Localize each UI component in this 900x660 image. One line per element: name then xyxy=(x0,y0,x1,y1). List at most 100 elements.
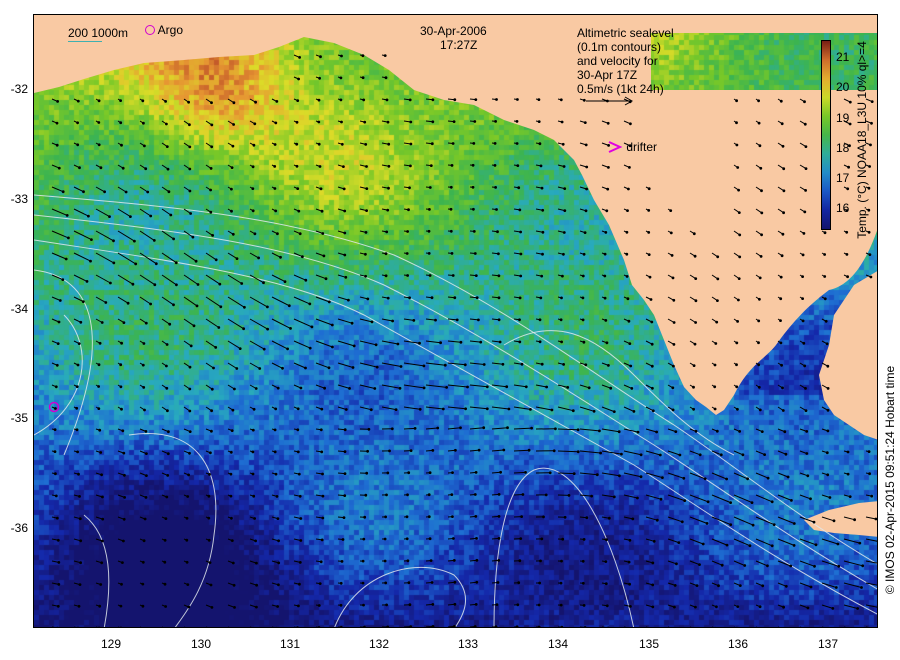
velocity-arrow-583 xyxy=(73,450,79,454)
velocity-arrow-837 xyxy=(645,582,655,587)
velocity-arrow-868 xyxy=(491,603,499,606)
velocity-arrow-789 xyxy=(425,559,433,562)
velocity-arrow-920 xyxy=(800,626,802,627)
velocity-arrow-307 xyxy=(381,274,388,278)
coastline-land xyxy=(34,15,877,415)
velocity-arrow-59 xyxy=(381,120,390,124)
velocity-arrow-481 xyxy=(205,384,214,391)
velocity-arrow-388 xyxy=(535,318,542,322)
velocity-arrow-47 xyxy=(117,120,123,125)
velocity-arrow-400 xyxy=(799,318,805,323)
velocity-arrow-438 xyxy=(51,362,59,367)
velocity-arrow-221 xyxy=(139,230,156,242)
velocity-arrow-749 xyxy=(382,537,387,541)
velocity-arrow-337 xyxy=(205,296,223,309)
velocity-arrow-800 xyxy=(667,560,678,566)
velocity-arrow-776 xyxy=(139,560,145,564)
velocity-arrow-713 xyxy=(425,515,431,519)
velocity-arrow-672 xyxy=(359,493,368,497)
velocity-arrow-584 xyxy=(95,450,103,454)
velocity-arrow-832 xyxy=(536,581,541,585)
velocity-arrow-596 xyxy=(359,449,369,453)
velocity-arrow-423 xyxy=(513,340,522,344)
velocity-arrow-343 xyxy=(337,296,350,302)
velocity-arrow-165 xyxy=(469,185,475,189)
colorbar-tick-17: 17 xyxy=(836,171,850,185)
velocity-arrow-808 xyxy=(843,560,865,568)
velocity-arrow-271 xyxy=(425,252,431,255)
velocity-arrow-784 xyxy=(315,560,323,564)
velocity-arrow-334 xyxy=(139,296,152,306)
velocity-arrow-859 xyxy=(293,604,300,608)
velocity-arrow-429 xyxy=(645,340,654,346)
velocity-arrow-877 xyxy=(689,604,697,609)
velocity-arrow-543 xyxy=(777,406,785,412)
velocity-arrow-267 xyxy=(337,252,347,257)
velocity-arrow-546 xyxy=(51,428,57,431)
velocity-arrow-896 xyxy=(272,626,278,627)
velocity-arrow-773 xyxy=(73,560,82,565)
velocity-arrow-199 xyxy=(447,207,453,211)
velocity-arrow-746 xyxy=(315,538,324,542)
velocity-arrow-648 xyxy=(667,472,686,480)
velocity-arrow-224 xyxy=(205,230,215,237)
map-overlay xyxy=(34,15,877,627)
velocity-arrow-239 xyxy=(535,230,545,234)
velocity-arrow-818 xyxy=(227,582,236,587)
velocity-arrow-817 xyxy=(205,582,213,587)
velocity-arrow-512 xyxy=(95,406,101,410)
velocity-arrow-131 xyxy=(469,163,475,167)
velocity-arrow-910 xyxy=(580,626,587,627)
velocity-arrow-665 xyxy=(205,494,211,498)
lat-label--34: -34 xyxy=(10,302,28,316)
velocity-arrow-692 xyxy=(799,494,812,501)
velocity-arrow-63 xyxy=(469,120,477,123)
velocity-arrow-513 xyxy=(117,406,123,411)
velocity-arrow-416 xyxy=(359,340,378,347)
velocity-arrow-573 xyxy=(645,428,658,434)
velocity-arrow-912 xyxy=(624,626,627,627)
velocity-arrow-655 xyxy=(821,472,830,477)
velocity-arrow-477 xyxy=(117,384,123,389)
velocity-arrow-451 xyxy=(337,362,355,369)
velocity-arrow-626 xyxy=(183,472,191,477)
velocity-arrow-463 xyxy=(601,362,610,367)
velocity-arrow-646 xyxy=(623,472,643,479)
velocity-arrow-870 xyxy=(536,603,541,607)
velocity-arrow-922 xyxy=(844,626,847,627)
velocity-arrow-14 xyxy=(139,98,145,103)
velocity-arrow-152 xyxy=(183,186,192,193)
velocity-arrow-241 xyxy=(579,230,587,235)
velocity-arrow-64 xyxy=(491,120,497,123)
velocity-arrow-7 xyxy=(337,76,343,80)
velocity-arrow-684 xyxy=(623,494,639,500)
velocity-arrow-697 xyxy=(73,516,82,521)
velocity-arrow-585 xyxy=(117,450,126,455)
velocity-arrow-771 xyxy=(865,538,877,542)
velocity-arrow-636 xyxy=(403,471,411,475)
velocity-arrow-654 xyxy=(799,472,810,478)
velocity-arrow-542 xyxy=(755,406,762,412)
velocity-arrow-917 xyxy=(734,626,738,627)
velocity-arrow-640 xyxy=(491,470,502,474)
velocity-arrow-279 xyxy=(601,252,607,256)
velocity-arrow-862 xyxy=(359,603,365,607)
velocity-arrow-524 xyxy=(359,406,373,412)
velocity-arrow-354 xyxy=(579,296,585,300)
velocity-arrow-813 xyxy=(117,582,123,586)
velocity-arrow-770 xyxy=(843,538,862,545)
velocity-arrow-87 xyxy=(249,142,256,147)
velocity-arrow-782 xyxy=(271,560,281,565)
velocity-arrow-227 xyxy=(271,230,279,236)
velocity-arrow-124 xyxy=(315,164,322,168)
velocity-arrow-622 xyxy=(95,472,103,477)
velocity-arrow-918 xyxy=(756,626,758,627)
velocity-arrow-557 xyxy=(293,428,300,432)
velocity-arrow-8 xyxy=(359,76,365,80)
velocity-arrow-372 xyxy=(183,318,196,328)
velocity-arrow-229 xyxy=(315,230,325,235)
velocity-arrow-226 xyxy=(249,230,257,236)
velocity-arrow-455 xyxy=(425,362,447,367)
velocity-arrow-352 xyxy=(535,296,543,300)
velocity-arrow-303 xyxy=(293,274,308,282)
